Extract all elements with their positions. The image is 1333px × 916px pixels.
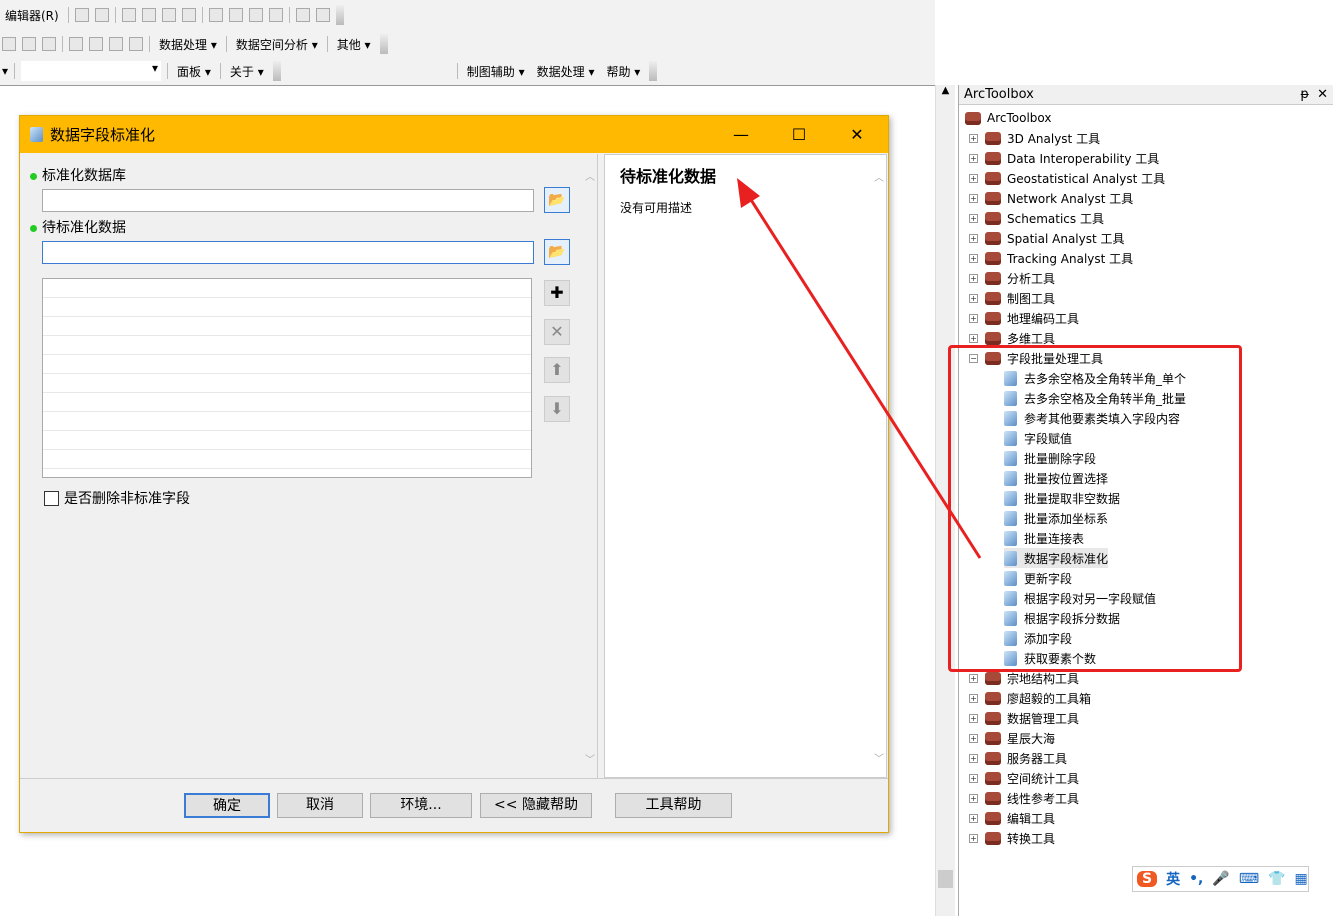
ime-toolbar[interactable]: S 英 •, 🎤 ⌨ 👕 ▦ xyxy=(1132,866,1309,892)
microphone-icon[interactable]: 🎤 xyxy=(1212,871,1229,887)
apps-icon[interactable]: ▦ xyxy=(1294,871,1307,887)
skin-icon[interactable]: 👕 xyxy=(1268,871,1285,887)
annotation-arrow xyxy=(737,178,982,559)
arrow-head xyxy=(737,178,760,208)
ime-language[interactable]: 英 xyxy=(1166,869,1180,889)
keyboard-icon[interactable]: ⌨ xyxy=(1239,871,1259,887)
sogou-logo-icon: S xyxy=(1137,871,1158,887)
ime-punctuation[interactable]: •, xyxy=(1189,871,1203,887)
arrow-line xyxy=(744,191,982,559)
